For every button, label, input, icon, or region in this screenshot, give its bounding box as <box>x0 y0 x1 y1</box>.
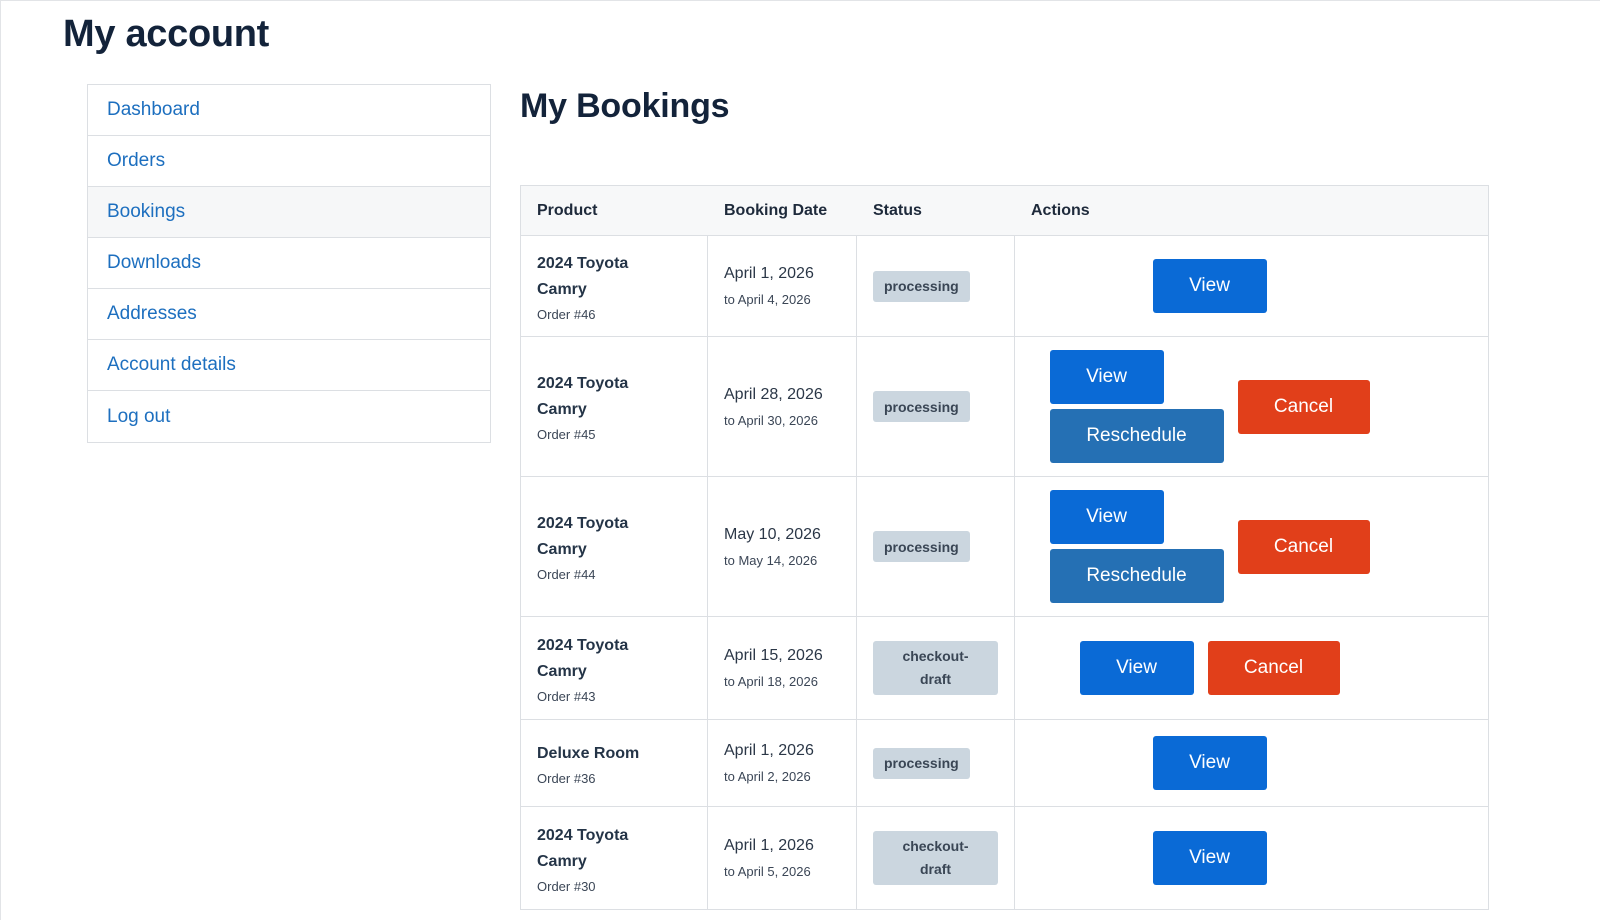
booking-end-date: to April 30, 2026 <box>724 412 818 428</box>
reschedule-button[interactable]: Reschedule <box>1049 409 1224 463</box>
booking-start-date: April 15, 2026 <box>724 647 823 664</box>
booking-end-date: to May 14, 2026 <box>724 552 818 568</box>
booking-start-date: April 1, 2026 <box>724 742 814 759</box>
status-badge: checkout-draft <box>873 641 998 695</box>
table-row: 2024 Toyota Camry Order #43 April 15, 20… <box>521 617 1488 720</box>
date-cell: April 1, 2026 to April 5, 2026 <box>708 807 857 909</box>
date-cell: May 10, 2026 to May 14, 2026 <box>708 477 857 616</box>
sidebar-item-bookings[interactable]: Bookings <box>88 187 490 238</box>
reschedule-button[interactable]: Reschedule <box>1049 549 1224 603</box>
product-cell: 2024 Toyota Camry Order #30 <box>521 807 708 909</box>
sidebar-item-orders[interactable]: Orders <box>88 136 490 187</box>
actions-cell: View <box>1015 236 1488 336</box>
date-cell: April 15, 2026 to April 18, 2026 <box>708 617 857 719</box>
order-number: Order #30 <box>537 878 596 894</box>
product-name: 2024 Toyota Camry <box>537 826 629 870</box>
product-name: Deluxe Room <box>537 744 640 762</box>
sidebar-item-dashboard[interactable]: Dashboard <box>88 85 490 136</box>
status-cell: processing <box>857 236 1015 336</box>
view-button[interactable]: View <box>1152 831 1267 885</box>
date-cell: April 1, 2026 to April 4, 2026 <box>708 236 857 336</box>
product-name: 2024 Toyota Camry <box>537 515 629 558</box>
cancel-button[interactable]: Cancel <box>1237 379 1370 434</box>
view-button[interactable]: View <box>1152 259 1267 313</box>
page-frame: My account Dashboard Orders Bookings Dow… <box>0 0 1600 920</box>
product-cell: 2024 Toyota Camry Order #46 <box>521 236 708 336</box>
product-cell: 2024 Toyota Camry Order #44 <box>521 477 708 616</box>
view-button[interactable]: View <box>1152 736 1267 790</box>
booking-end-date: to April 18, 2026 <box>724 674 818 689</box>
status-cell: processing <box>857 337 1015 476</box>
table-row: 2024 Toyota Camry Order #46 April 1, 202… <box>521 236 1488 337</box>
view-button[interactable]: View <box>1079 641 1194 695</box>
status-badge: processing <box>873 391 970 422</box>
bookings-table: Product Booking Date Status Actions 2024… <box>520 185 1489 910</box>
order-number: Order #46 <box>537 306 596 322</box>
cancel-button[interactable]: Cancel <box>1237 519 1370 574</box>
actions-cell: View <box>1015 807 1488 909</box>
view-button[interactable]: View <box>1049 350 1164 404</box>
sidebar-item-log-out[interactable]: Log out <box>88 391 490 442</box>
product-cell: Deluxe Room Order #36 <box>521 720 708 806</box>
status-badge: processing <box>873 531 970 562</box>
status-cell: processing <box>857 720 1015 806</box>
order-number: Order #45 <box>537 427 596 442</box>
product-cell: 2024 Toyota Camry Order #45 <box>521 337 708 476</box>
booking-start-date: April 1, 2026 <box>724 265 814 282</box>
page-title: My account <box>63 13 270 55</box>
status-badge: processing <box>873 270 970 302</box>
actions-cell: View Reschedule Cancel <box>1015 477 1488 616</box>
column-header-product: Product <box>537 201 598 219</box>
status-cell: checkout-draft <box>857 807 1015 909</box>
product-name: 2024 Toyota Camry <box>537 254 629 298</box>
booking-end-date: to April 2, 2026 <box>724 769 811 784</box>
actions-cell: View Reschedule Cancel <box>1015 337 1488 476</box>
status-cell: processing <box>857 477 1015 616</box>
column-header-booking-date: Booking Date <box>724 201 828 219</box>
booking-start-date: April 28, 2026 <box>724 385 823 403</box>
sidebar-item-account-details[interactable]: Account details <box>88 340 490 391</box>
sidebar-item-downloads[interactable]: Downloads <box>88 238 490 289</box>
cancel-button[interactable]: Cancel <box>1207 641 1340 695</box>
status-badge: checkout-draft <box>873 831 998 885</box>
section-title: My Bookings <box>520 87 730 125</box>
actions-cell: View Cancel <box>1015 617 1488 719</box>
booking-end-date: to April 4, 2026 <box>724 292 811 307</box>
table-row: 2024 Toyota Camry Order #45 April 28, 20… <box>521 337 1488 477</box>
product-cell: 2024 Toyota Camry Order #43 <box>521 617 708 719</box>
column-header-actions: Actions <box>1031 201 1090 219</box>
account-navigation: Dashboard Orders Bookings Downloads Addr… <box>87 84 491 443</box>
table-row: 2024 Toyota Camry Order #44 May 10, 2026… <box>521 477 1488 617</box>
status-badge: processing <box>873 747 970 779</box>
table-header: Product Booking Date Status Actions <box>521 186 1488 236</box>
table-row: 2024 Toyota Camry Order #30 April 1, 202… <box>521 807 1488 910</box>
order-number: Order #36 <box>537 770 596 786</box>
product-name: 2024 Toyota Camry <box>537 636 629 680</box>
table-row: Deluxe Room Order #36 April 1, 2026 to A… <box>521 720 1488 807</box>
booking-start-date: May 10, 2026 <box>724 525 821 543</box>
booking-start-date: April 1, 2026 <box>724 837 814 854</box>
date-cell: April 28, 2026 to April 30, 2026 <box>708 337 857 476</box>
sidebar-item-addresses[interactable]: Addresses <box>88 289 490 340</box>
view-button[interactable]: View <box>1049 490 1164 544</box>
order-number: Order #43 <box>537 688 596 704</box>
date-cell: April 1, 2026 to April 2, 2026 <box>708 720 857 806</box>
actions-cell: View <box>1015 720 1488 806</box>
column-header-status: Status <box>873 201 922 219</box>
status-cell: checkout-draft <box>857 617 1015 719</box>
booking-end-date: to April 5, 2026 <box>724 864 811 879</box>
order-number: Order #44 <box>537 567 596 582</box>
product-name: 2024 Toyota Camry <box>537 375 629 418</box>
